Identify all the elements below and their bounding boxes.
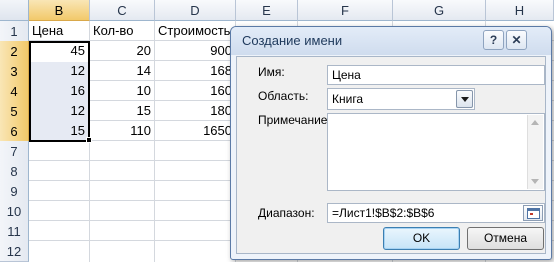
comment-label: Примечание: (258, 113, 331, 127)
row-header-7[interactable]: 7 (0, 141, 29, 162)
cell-c2[interactable]: 20 (90, 40, 154, 61)
select-all-corner[interactable] (0, 0, 29, 21)
row-header-12[interactable]: 12 (0, 241, 29, 262)
range-value: =Лист1!$B$2:$B$6 (332, 206, 435, 220)
name-input[interactable]: Цена (327, 65, 545, 85)
cell-d4[interactable]: 160 (155, 80, 235, 101)
row-header-6[interactable]: 6 (0, 121, 29, 142)
row-header-10[interactable]: 10 (0, 201, 29, 222)
cell-d6[interactable]: 1650 (155, 120, 235, 141)
chevron-down-icon[interactable] (456, 90, 473, 108)
scope-label: Область: (258, 89, 309, 103)
column-header-b[interactable]: B (29, 0, 90, 21)
row-header-4[interactable]: 4 (0, 81, 29, 102)
name-label: Имя: (258, 65, 285, 79)
scroll-down-icon[interactable] (531, 179, 539, 184)
dialog-body: Имя: Цена Область: Книга Примечание: Диа… (236, 56, 546, 254)
cell-c1[interactable]: Кол-во (90, 20, 155, 41)
cell-c4[interactable]: 10 (90, 80, 154, 101)
ok-button[interactable]: OK (383, 227, 460, 250)
row-header-8[interactable]: 8 (0, 161, 29, 182)
row-header-1[interactable]: 1 (0, 21, 29, 42)
column-header-g[interactable]: G (393, 0, 486, 21)
row-header-11[interactable]: 11 (0, 221, 29, 242)
cell-d2[interactable]: 900 (155, 40, 235, 61)
help-button[interactable]: ? (483, 30, 504, 50)
cell-c5[interactable]: 15 (90, 100, 154, 121)
collapse-dialog-button[interactable] (523, 205, 543, 221)
column-header-c[interactable]: C (90, 0, 155, 21)
scope-dropdown[interactable]: Книга (327, 88, 475, 110)
new-name-dialog: Создание имени ? ✕ Имя: Цена Область: Кн… (230, 26, 552, 260)
collapse-dialog-icon (527, 208, 540, 219)
column-header-d[interactable]: D (155, 0, 236, 21)
cancel-button[interactable]: Отмена (467, 227, 544, 250)
close-button[interactable]: ✕ (506, 30, 527, 50)
cell-b4[interactable]: 16 (29, 80, 88, 101)
range-input[interactable]: =Лист1!$B$2:$B$6 (327, 203, 545, 223)
cell-b3[interactable]: 12 (29, 60, 88, 81)
cell-b2[interactable]: 45 (29, 40, 88, 61)
scope-value: Книга (332, 92, 364, 106)
range-label: Диапазон: (258, 206, 315, 220)
column-header-f[interactable]: F (298, 0, 393, 21)
column-header-e[interactable]: E (236, 0, 298, 21)
cell-c3[interactable]: 14 (90, 60, 154, 81)
dialog-titlebar[interactable]: Создание имени ? ✕ (231, 27, 551, 55)
scroll-up-icon[interactable] (531, 120, 539, 125)
dialog-title: Создание имени (242, 33, 343, 48)
cell-d3[interactable]: 168 (155, 60, 235, 81)
comment-scrollbar[interactable] (527, 115, 543, 189)
cell-b6[interactable]: 15 (29, 120, 88, 141)
column-header-h[interactable]: H (486, 0, 554, 21)
row-header-2[interactable]: 2 (0, 41, 29, 62)
comment-textarea[interactable] (327, 113, 545, 191)
row-header-5[interactable]: 5 (0, 101, 29, 122)
cell-b1[interactable]: Цена (29, 20, 90, 41)
cell-b5[interactable]: 12 (29, 100, 88, 121)
cell-c6[interactable]: 110 (90, 120, 154, 141)
row-header-9[interactable]: 9 (0, 181, 29, 202)
cell-d1[interactable]: Строимость (155, 20, 236, 41)
cell-d5[interactable]: 180 (155, 100, 235, 121)
row-header-3[interactable]: 3 (0, 61, 29, 82)
